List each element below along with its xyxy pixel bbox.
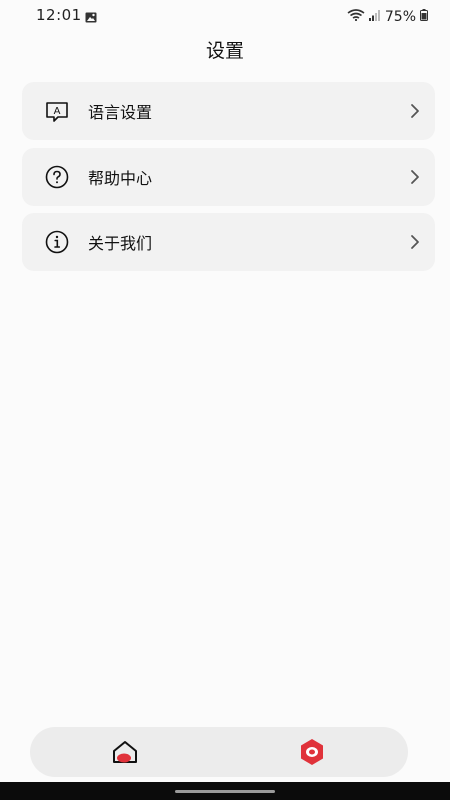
menu-item-label: 帮助中心 — [88, 169, 153, 188]
menu-item-language[interactable]: A 语言设置 — [22, 82, 435, 140]
gesture-handle[interactable] — [175, 790, 275, 793]
status-indicators: 75% — [347, 9, 428, 25]
info-icon — [44, 229, 70, 255]
help-icon — [44, 164, 70, 190]
status-bar: 12:01 75% — [0, 0, 450, 30]
wifi-icon — [347, 9, 365, 25]
bottom-nav — [30, 727, 408, 777]
record-icon[interactable] — [298, 738, 326, 766]
menu-item-about[interactable]: 关于我们 — [22, 213, 435, 271]
battery-percent: 75% — [384, 9, 416, 25]
home-icon[interactable] — [110, 738, 140, 766]
gallery-icon — [85, 8, 97, 27]
system-gesture-bar — [0, 782, 450, 800]
signal-icon — [368, 9, 381, 25]
page-title: 设置 — [205, 40, 244, 62]
chevron-right-icon — [409, 169, 421, 185]
status-time: 12:01 — [36, 6, 82, 24]
menu-item-help[interactable]: 帮助中心 — [22, 148, 435, 206]
language-icon: A — [44, 98, 70, 124]
battery-icon — [420, 9, 428, 25]
chevron-right-icon — [409, 234, 421, 250]
svg-text:A: A — [54, 106, 61, 117]
menu-item-label: 语言设置 — [88, 103, 153, 122]
menu-item-label: 关于我们 — [88, 234, 153, 253]
chevron-right-icon — [409, 103, 421, 119]
